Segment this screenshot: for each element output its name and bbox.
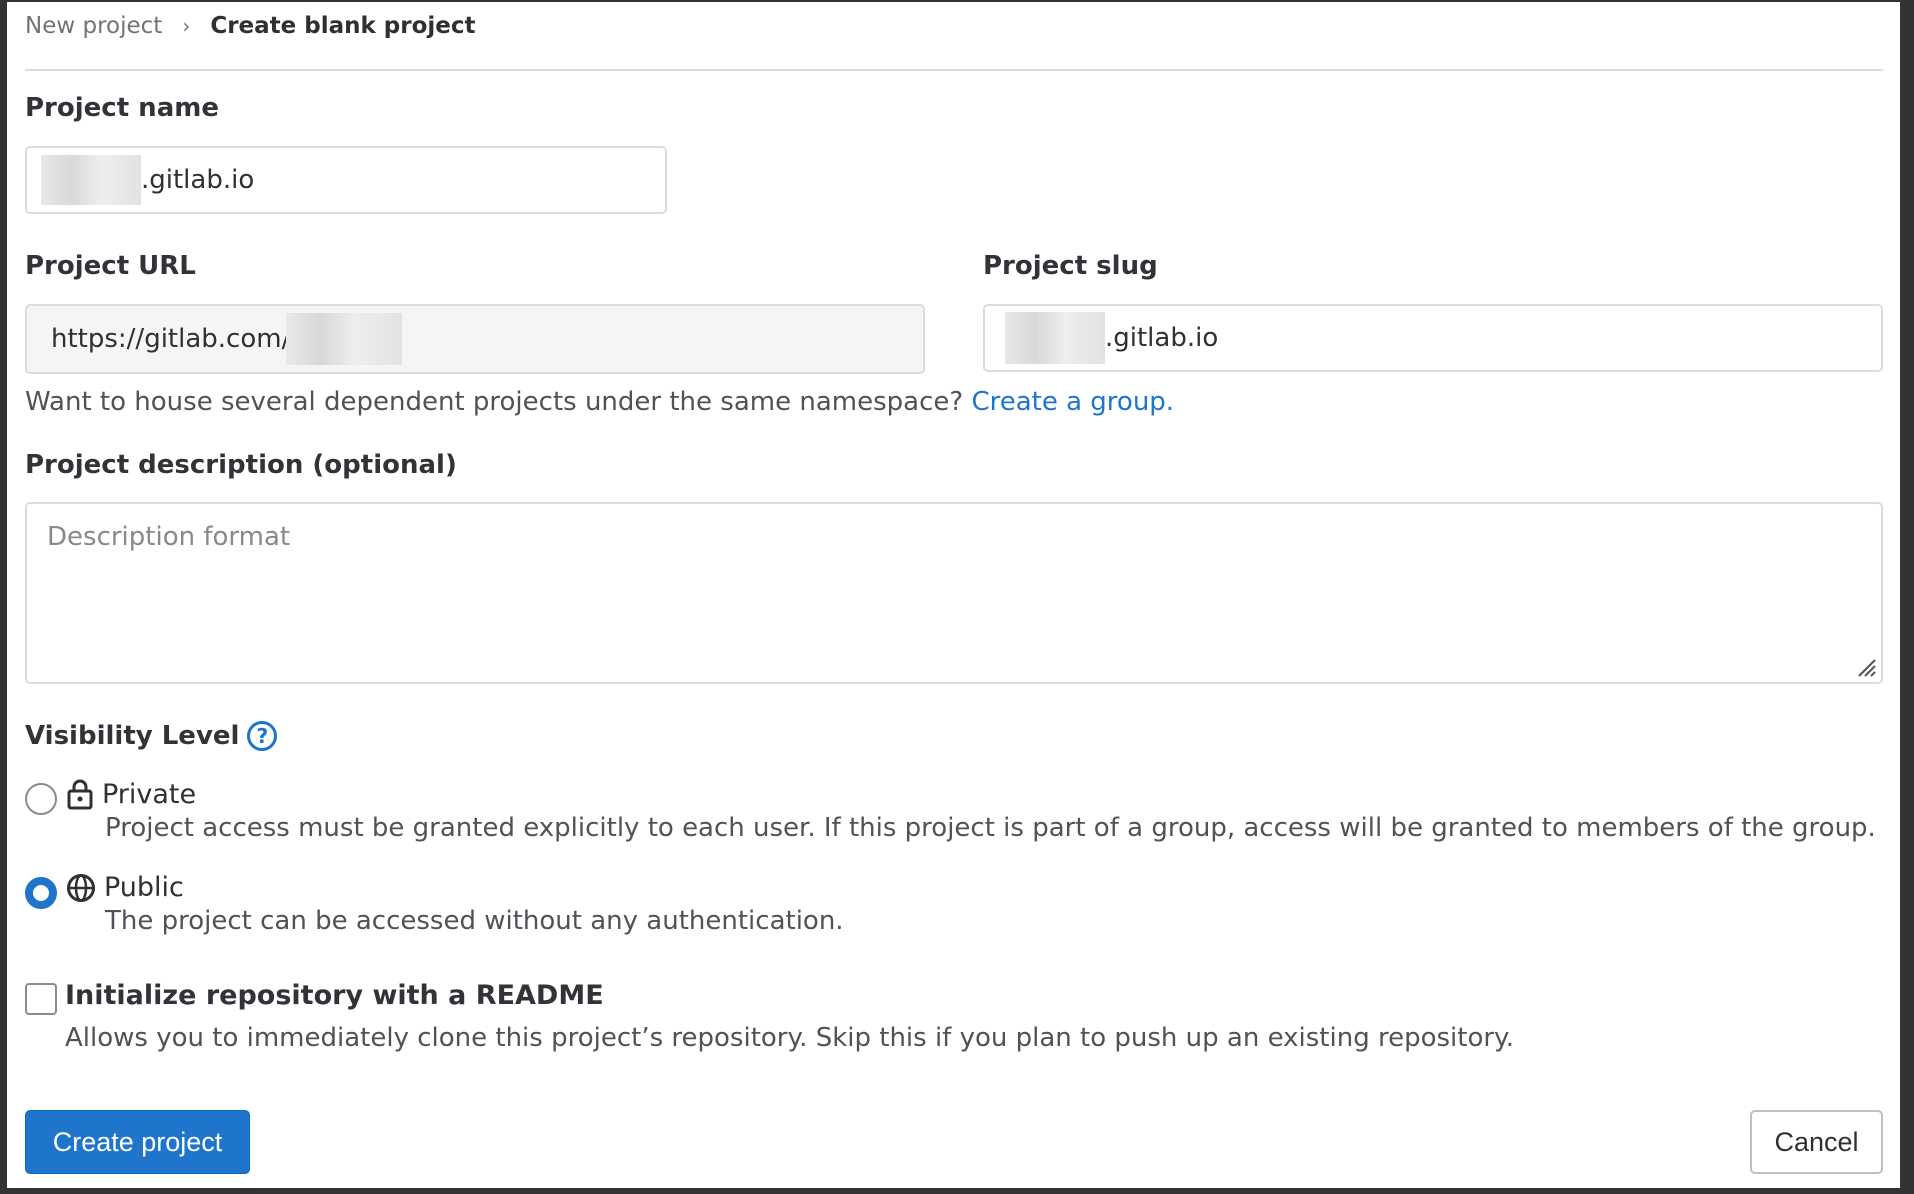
project-slug-label: Project slug — [983, 251, 1158, 281]
project-slug-input[interactable]: .gitlab.io — [983, 304, 1883, 372]
breadcrumb-new-project[interactable]: New project — [25, 13, 162, 39]
private-label-text: Private — [102, 778, 197, 810]
create-project-button[interactable]: Create project — [25, 1110, 250, 1174]
project-name-input[interactable]: .gitlab.io — [25, 146, 667, 214]
project-name-label: Project name — [25, 93, 219, 123]
visibility-private-radio[interactable] — [25, 783, 57, 815]
header-divider — [25, 69, 1883, 71]
private-description: Project access must be granted explicitl… — [105, 813, 1876, 843]
readme-label[interactable]: Initialize repository with a README — [65, 980, 604, 1011]
redacted-text — [1005, 312, 1105, 364]
project-slug-value: .gitlab.io — [1105, 323, 1219, 353]
project-url-label: Project URL — [25, 251, 196, 281]
group-hint: Want to house several dependent projects… — [25, 387, 1174, 417]
breadcrumb-current: Create blank project — [210, 13, 476, 39]
window-frame-top — [0, 0, 1914, 2]
project-description-textarea[interactable]: Description format — [25, 502, 1883, 684]
window-frame-bottom — [0, 1188, 1914, 1194]
visibility-public-label[interactable]: Public — [66, 872, 184, 903]
group-hint-text: Want to house several dependent projects… — [25, 387, 964, 417]
resize-handle-icon[interactable] — [1855, 656, 1877, 678]
cancel-button[interactable]: Cancel — [1750, 1110, 1883, 1174]
question-circle-icon[interactable]: ? — [247, 721, 278, 751]
readme-checkbox[interactable] — [25, 983, 57, 1015]
project-url-field[interactable]: https://gitlab.com/ — [25, 304, 925, 374]
visibility-level-heading: Visibility Level ? — [25, 721, 278, 751]
globe-icon — [67, 873, 95, 902]
description-placeholder: Description format — [47, 522, 291, 552]
lock-icon — [67, 779, 93, 810]
visibility-private-label[interactable]: Private — [66, 778, 196, 810]
window-frame-left — [0, 0, 7, 1194]
project-description-label: Project description (optional) — [25, 450, 457, 480]
window-frame-right — [1900, 0, 1914, 1194]
project-url-value: https://gitlab.com/ — [51, 324, 291, 354]
project-name-value: .gitlab.io — [141, 165, 255, 195]
redacted-text — [286, 313, 403, 365]
chevron-right-icon: › — [182, 14, 191, 38]
visibility-level-label: Visibility Level — [25, 721, 240, 751]
public-description: The project can be accessed without any … — [105, 906, 844, 936]
public-label-text: Public — [104, 872, 184, 903]
breadcrumb: New project › Create blank project — [25, 10, 476, 42]
create-group-link[interactable]: Create a group. — [971, 387, 1174, 417]
visibility-public-radio[interactable] — [25, 877, 57, 909]
redacted-text — [41, 155, 141, 205]
readme-description: Allows you to immediately clone this pro… — [65, 1023, 1514, 1053]
